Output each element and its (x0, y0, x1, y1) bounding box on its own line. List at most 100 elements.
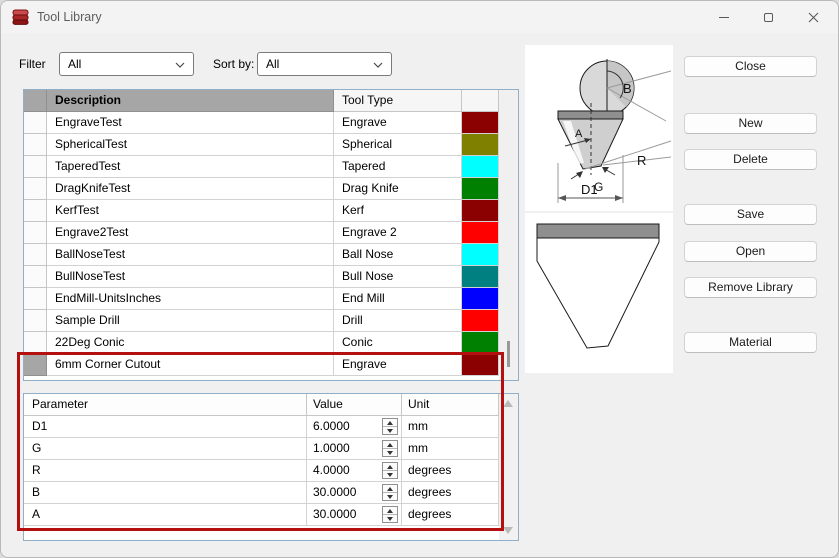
column-header-color[interactable] (462, 90, 499, 112)
table-row[interactable]: SphericalTest Spherical (24, 134, 518, 156)
tool-color-swatch[interactable] (462, 244, 499, 266)
parameter-value-field[interactable]: 1.0000 (307, 438, 402, 460)
row-selector[interactable] (24, 288, 47, 310)
close-window-button[interactable] (791, 1, 836, 33)
cell-description[interactable]: TaperedTest (47, 156, 334, 178)
value-spinner[interactable] (382, 418, 398, 435)
tool-color-swatch[interactable] (462, 112, 499, 134)
new-button[interactable]: New (684, 113, 817, 134)
spinner-up-button[interactable] (383, 441, 397, 449)
spinner-down-button[interactable] (383, 471, 397, 478)
column-header-tool-type[interactable]: Tool Type (334, 90, 462, 112)
table-row[interactable]: TaperedTest Tapered (24, 156, 518, 178)
parameter-value-field[interactable]: 4.0000 (307, 460, 402, 482)
row-selector[interactable] (24, 200, 47, 222)
spinner-up-button[interactable] (383, 419, 397, 427)
spinner-up-button[interactable] (383, 463, 397, 471)
cell-tool-type[interactable]: Tapered (334, 156, 462, 178)
cell-tool-type[interactable]: Drag Knife (334, 178, 462, 200)
row-selector[interactable] (24, 354, 47, 376)
row-selector[interactable] (24, 266, 47, 288)
cell-description[interactable]: Engrave2Test (47, 222, 334, 244)
row-selector[interactable] (24, 178, 47, 200)
spinner-down-button[interactable] (383, 515, 397, 522)
scroll-down-icon[interactable] (503, 527, 513, 534)
table-row[interactable]: DragKnifeTest Drag Knife (24, 178, 518, 200)
delete-button[interactable]: Delete (684, 149, 817, 170)
value-spinner[interactable] (382, 484, 398, 501)
material-button[interactable]: Material (684, 332, 817, 353)
cell-description[interactable]: KerfTest (47, 200, 334, 222)
row-selector[interactable] (24, 156, 47, 178)
tool-color-swatch[interactable] (462, 134, 499, 156)
cell-tool-type[interactable]: End Mill (334, 288, 462, 310)
tool-color-swatch[interactable] (462, 156, 499, 178)
tool-color-swatch[interactable] (462, 222, 499, 244)
table-row[interactable]: EndMill-UnitsInches End Mill (24, 288, 518, 310)
row-selector[interactable] (24, 134, 47, 156)
filter-select[interactable]: All (59, 52, 194, 76)
tool-color-swatch[interactable] (462, 332, 499, 354)
cell-tool-type[interactable]: Engrave 2 (334, 222, 462, 244)
cell-description[interactable]: BallNoseTest (47, 244, 334, 266)
column-header-description[interactable]: Description (47, 90, 334, 112)
scrollbar-thumb[interactable] (507, 341, 510, 367)
table-row[interactable]: Sample Drill Drill (24, 310, 518, 332)
cell-description[interactable]: 6mm Corner Cutout (47, 354, 334, 376)
row-selector[interactable] (24, 332, 47, 354)
spinner-down-button[interactable] (383, 493, 397, 500)
table-row[interactable]: EngraveTest Engrave (24, 112, 518, 134)
cell-description[interactable]: 22Deg Conic (47, 332, 334, 354)
cell-description[interactable]: EngraveTest (47, 112, 334, 134)
tool-list-scrollbar[interactable] (499, 90, 518, 380)
cell-tool-type[interactable]: Engrave (334, 112, 462, 134)
cell-tool-type[interactable]: Kerf (334, 200, 462, 222)
cell-description[interactable]: SphericalTest (47, 134, 334, 156)
parameter-scrollbar[interactable] (499, 394, 518, 540)
parameter-value-field[interactable]: 6.0000 (307, 416, 402, 438)
maximize-button[interactable] (746, 1, 791, 33)
close-button[interactable]: Close (684, 56, 817, 77)
spinner-down-button[interactable] (383, 449, 397, 456)
cell-tool-type[interactable]: Drill (334, 310, 462, 332)
cell-description[interactable]: BullNoseTest (47, 266, 334, 288)
tool-color-swatch[interactable] (462, 310, 499, 332)
row-selector[interactable] (24, 244, 47, 266)
row-selector[interactable] (24, 310, 47, 332)
tool-color-swatch[interactable] (462, 288, 499, 310)
table-row[interactable]: KerfTest Kerf (24, 200, 518, 222)
table-row[interactable]: Engrave2Test Engrave 2 (24, 222, 518, 244)
parameter-value-field[interactable]: 30.0000 (307, 504, 402, 526)
remove-library-button[interactable]: Remove Library (684, 277, 817, 298)
open-button[interactable]: Open (684, 241, 817, 262)
cell-description[interactable]: DragKnifeTest (47, 178, 334, 200)
tool-color-swatch[interactable] (462, 200, 499, 222)
sort-by-select[interactable]: All (257, 52, 392, 76)
value-spinner[interactable] (382, 462, 398, 479)
value-spinner[interactable] (382, 440, 398, 457)
tool-color-swatch[interactable] (462, 178, 499, 200)
cell-tool-type[interactable]: Conic (334, 332, 462, 354)
cell-tool-type[interactable]: Bull Nose (334, 266, 462, 288)
spinner-down-button[interactable] (383, 427, 397, 434)
value-spinner[interactable] (382, 506, 398, 523)
cell-description[interactable]: EndMill-UnitsInches (47, 288, 334, 310)
tool-color-swatch[interactable] (462, 354, 499, 376)
table-row[interactable]: BullNoseTest Bull Nose (24, 266, 518, 288)
row-selector[interactable] (24, 112, 47, 134)
spinner-up-button[interactable] (383, 507, 397, 515)
scroll-up-icon[interactable] (503, 400, 513, 407)
cell-description[interactable]: Sample Drill (47, 310, 334, 332)
spinner-up-button[interactable] (383, 485, 397, 493)
cell-tool-type[interactable]: Engrave (334, 354, 462, 376)
cell-tool-type[interactable]: Spherical (334, 134, 462, 156)
row-selector[interactable] (24, 222, 47, 244)
parameter-value-field[interactable]: 30.0000 (307, 482, 402, 504)
save-button[interactable]: Save (684, 204, 817, 225)
table-row-selected[interactable]: 6mm Corner Cutout Engrave (24, 354, 518, 376)
tool-color-swatch[interactable] (462, 266, 499, 288)
table-row[interactable]: BallNoseTest Ball Nose (24, 244, 518, 266)
minimize-button[interactable] (701, 1, 746, 33)
table-row[interactable]: 22Deg Conic Conic (24, 332, 518, 354)
cell-tool-type[interactable]: Ball Nose (334, 244, 462, 266)
